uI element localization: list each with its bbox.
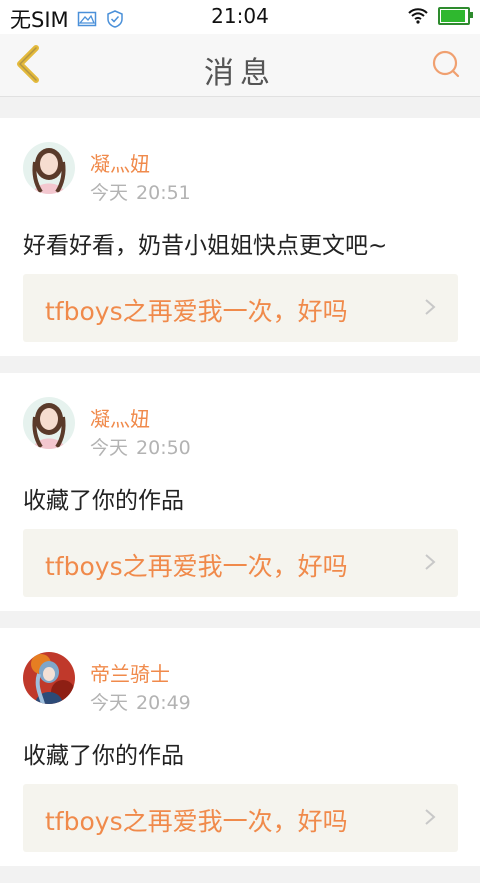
work-title: tfboys之再爱我一次，好吗 [45,807,348,836]
timestamp: 今天 20:50 [90,433,191,460]
timestamp: 今天 20:51 [90,178,191,205]
message-text: 收藏了你的作品 [23,743,184,769]
timestamp: 今天 20:49 [90,688,191,715]
work-link[interactable]: tfboys之再爱我一次，好吗 [23,784,458,852]
search-icon[interactable] [430,48,462,80]
chevron-right-icon [425,809,436,825]
chevron-right-icon [425,554,436,570]
message-text: 收藏了你的作品 [23,488,184,514]
username[interactable]: 凝灬妞 [90,148,150,177]
timestamp-time: 20:51 [136,182,191,204]
message-card: 凝灬妞 今天 20:51 好看好看，奶昔小姐姐快点更文吧~ tfboys之再爱我一… [0,118,480,356]
work-link[interactable]: tfboys之再爱我一次，好吗 [23,274,458,342]
message-text: 好看好看，奶昔小姐姐快点更文吧~ [23,233,388,259]
status-right [408,7,473,25]
page-title: 消息 [204,56,276,91]
timestamp-day: 今天 [90,692,129,714]
message-card: 凝灬妞 今天 20:50 收藏了你的作品 tfboys之再爱我一次，好吗 [0,373,480,611]
message-card: 帝兰骑士 今天 20:49 收藏了你的作品 tfboys之再爱我一次，好吗 [0,628,480,866]
timestamp-time: 20:50 [136,437,191,459]
timestamp-day: 今天 [90,182,129,204]
message-list: 凝灬妞 今天 20:51 好看好看，奶昔小姐姐快点更文吧~ tfboys之再爱我一… [0,104,480,883]
wifi-icon [408,8,428,24]
chevron-right-icon [425,299,436,315]
username[interactable]: 凝灬妞 [90,403,150,432]
avatar[interactable] [23,652,75,704]
timestamp-day: 今天 [90,437,129,459]
avatar[interactable] [23,142,75,194]
status-bar: 无SIM 21:04 [0,0,480,34]
battery-icon [438,7,473,25]
avatar[interactable] [23,397,75,449]
work-link[interactable]: tfboys之再爱我一次，好吗 [23,529,458,597]
work-title: tfboys之再爱我一次，好吗 [45,552,348,581]
username[interactable]: 帝兰骑士 [90,658,170,687]
work-title: tfboys之再爱我一次，好吗 [45,297,348,326]
timestamp-time: 20:49 [136,692,191,714]
app-header: 消息 [0,34,480,97]
